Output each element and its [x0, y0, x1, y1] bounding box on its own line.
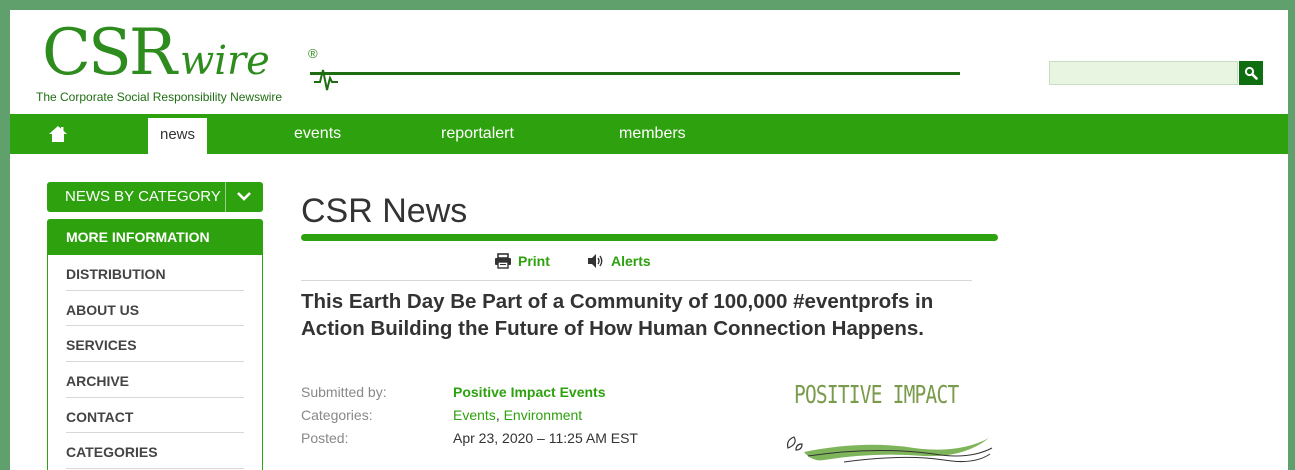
logo-wire-text: wire — [180, 38, 270, 84]
print-label: Print — [518, 253, 550, 269]
submitted-by-label: Submitted by: — [301, 384, 387, 400]
tab-events[interactable]: events — [294, 114, 341, 154]
sidebar-item-categories[interactable]: CATEGORIES — [66, 433, 244, 470]
search-input[interactable] — [1049, 61, 1238, 85]
more-information-panel: MORE INFORMATION DISTRIBUTION ABOUT US S… — [47, 219, 263, 470]
main-nav: news events reportalert members — [10, 114, 1288, 154]
search-box — [1049, 61, 1264, 85]
dropdown-divider — [225, 182, 226, 212]
search-button[interactable] — [1239, 61, 1263, 85]
logo-underline — [310, 72, 960, 75]
category-link-environment[interactable]: Environment — [504, 407, 583, 423]
news-by-category-label: NEWS BY CATEGORY — [65, 188, 221, 205]
search-icon — [1244, 66, 1258, 80]
posted-label: Posted: — [301, 430, 349, 446]
logo-registered-mark: ® — [308, 46, 318, 61]
title-underline-bar — [301, 234, 998, 241]
tab-reportalert[interactable]: reportalert — [441, 114, 514, 154]
sidebar-item-distribution[interactable]: DISTRIBUTION — [66, 255, 244, 291]
sidebar-item-about-us[interactable]: ABOUT US — [66, 291, 244, 327]
chevron-down-icon — [237, 192, 251, 201]
home-icon[interactable] — [48, 124, 68, 144]
posted-value: Apr 23, 2020 – 11:25 AM EST — [453, 430, 638, 446]
tab-news[interactable]: news — [148, 118, 208, 154]
print-link[interactable]: Print — [494, 253, 550, 269]
more-information-list: DISTRIBUTION ABOUT US SERVICES ARCHIVE C… — [48, 255, 262, 470]
positive-impact-logo: POSITIVE IMPACT — [784, 380, 994, 470]
csrwire-logo[interactable]: CSR wire ® The Corporate Social Responsi… — [32, 16, 338, 113]
alerts-label: Alerts — [611, 253, 651, 269]
submitter-link[interactable]: Positive Impact Events — [453, 384, 606, 400]
alerts-link[interactable]: Alerts — [587, 253, 651, 269]
sidebar-item-archive[interactable]: ARCHIVE — [66, 362, 244, 398]
printer-icon — [495, 253, 511, 269]
categories-value: Events, Environment — [453, 407, 582, 423]
category-link-events[interactable]: Events — [453, 407, 496, 423]
speaker-icon — [588, 254, 603, 268]
category-separator: , — [495, 407, 500, 423]
logo-pulse-icon — [314, 69, 338, 91]
categories-label: Categories: — [301, 407, 373, 423]
news-by-category-dropdown[interactable]: NEWS BY CATEGORY — [47, 182, 263, 212]
page: CSR wire ® The Corporate Social Responsi… — [10, 10, 1288, 470]
logo-tagline: The Corporate Social Responsibility News… — [36, 90, 283, 104]
sidebar-item-contact[interactable]: CONTACT — [66, 398, 244, 434]
more-information-heading: MORE INFORMATION — [48, 220, 262, 255]
submitted-by-value: Positive Impact Events — [453, 384, 606, 400]
tab-members[interactable]: members — [619, 114, 686, 154]
article-headline: This Earth Day Be Part of a Community of… — [301, 290, 934, 340]
page-title: CSR News — [301, 192, 468, 230]
leaf-swoosh-icon — [787, 436, 993, 463]
sidebar-item-services[interactable]: SERVICES — [66, 326, 244, 363]
positive-impact-logo-text: POSITIVE IMPACT — [794, 380, 959, 409]
logo-csr-text: CSR — [42, 16, 177, 90]
tools-divider — [301, 280, 972, 281]
